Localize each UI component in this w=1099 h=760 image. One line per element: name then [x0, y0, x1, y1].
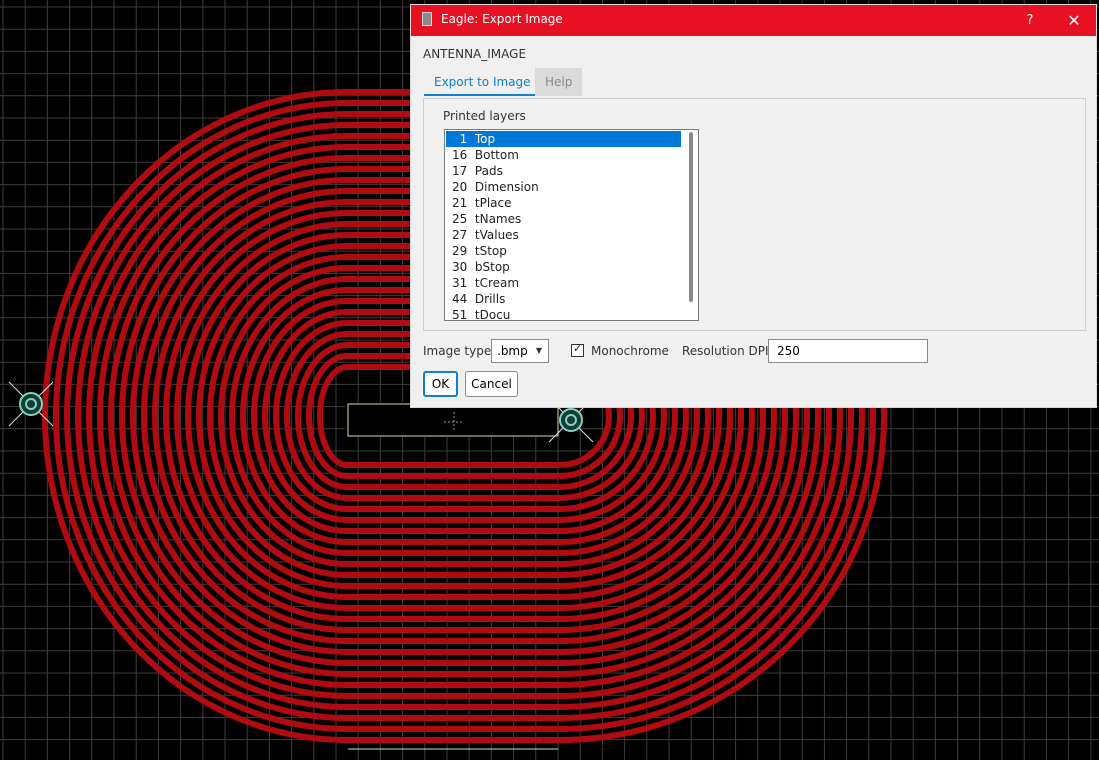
- layer-item-tcream[interactable]: 31 tCream: [446, 275, 681, 291]
- layer-item-top[interactable]: 1 Top: [446, 131, 681, 147]
- pad-ring: [559, 408, 583, 432]
- layer-item-bstop[interactable]: 30 bStop: [446, 259, 681, 275]
- cancel-button[interactable]: Cancel: [465, 371, 518, 397]
- dropdown-arrow-icon: ▼: [535, 346, 542, 355]
- image-type-value: .bmp: [497, 344, 528, 358]
- export-panel: Printed layers 1 Top 16 Bottom 17 Pads 2…: [423, 98, 1086, 331]
- printed-layers-label: Printed layers: [443, 109, 526, 123]
- list-scrollbar[interactable]: [684, 130, 698, 320]
- image-type-select[interactable]: .bmp ▼: [491, 339, 549, 363]
- monochrome-label: Monochrome: [591, 344, 669, 358]
- export-image-dialog: Eagle: Export Image ? ✕ ANTENNA_IMAGE Ex…: [410, 4, 1097, 408]
- tab-help[interactable]: Help: [535, 68, 583, 96]
- layer-item-tnames[interactable]: 25 tNames: [446, 211, 681, 227]
- printed-layers-list[interactable]: 1 Top 16 Bottom 17 Pads 20 Dimension 21 …: [444, 129, 699, 321]
- layer-item-drills[interactable]: 44 Drills: [446, 291, 681, 307]
- monochrome-checkbox[interactable]: ✓: [571, 342, 584, 357]
- layer-item-tdocu[interactable]: 51 tDocu: [446, 307, 681, 320]
- layer-item-pads[interactable]: 17 Pads: [446, 163, 681, 179]
- tab-export-to-image[interactable]: Export to Image: [424, 68, 541, 96]
- image-type-label: Image type: [423, 344, 492, 358]
- scrollbar-thumb[interactable]: [689, 132, 693, 302]
- layer-item-tplace[interactable]: 21 tPlace: [446, 195, 681, 211]
- layer-item-tvalues[interactable]: 27 tValues: [446, 227, 681, 243]
- help-button[interactable]: ?: [1019, 10, 1041, 32]
- project-name: ANTENNA_IMAGE: [423, 47, 527, 61]
- window-title: Eagle: Export Image: [441, 12, 563, 26]
- layer-item-tstop[interactable]: 29 tStop: [446, 243, 681, 259]
- layer-item-bottom[interactable]: 16 Bottom: [446, 147, 681, 163]
- checkmark-icon: ✓: [573, 342, 583, 355]
- ok-button[interactable]: OK: [423, 371, 458, 397]
- title-bar[interactable]: Eagle: Export Image ? ✕: [411, 5, 1096, 36]
- layer-item-dimension[interactable]: 20 Dimension: [446, 179, 681, 195]
- resolution-dpi-input[interactable]: [768, 339, 928, 363]
- resolution-label: Resolution DPI: [682, 344, 769, 358]
- app-icon: [422, 12, 432, 26]
- close-icon[interactable]: ✕: [1063, 10, 1085, 32]
- pad-ring: [19, 392, 43, 416]
